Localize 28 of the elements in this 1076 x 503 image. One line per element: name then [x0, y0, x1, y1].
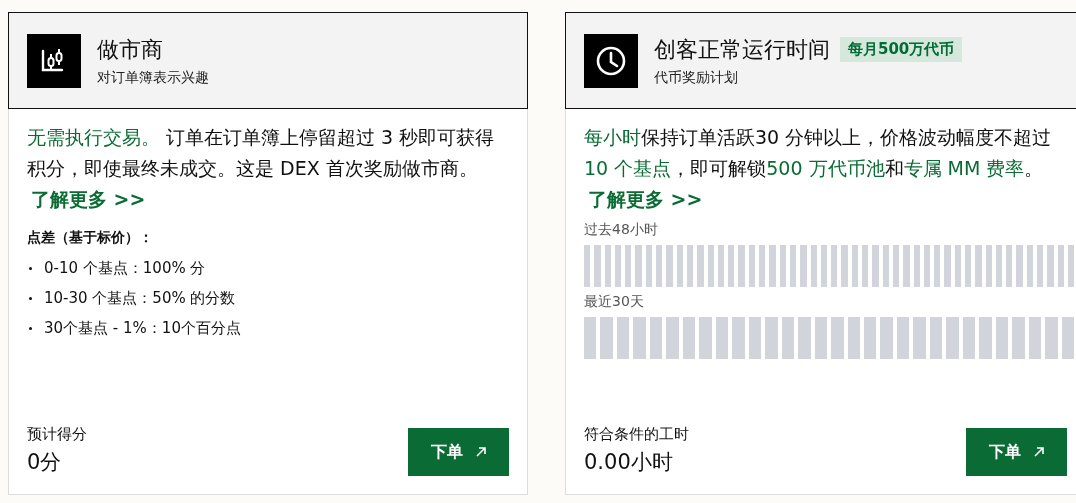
- footer-value: 0.00小时: [584, 449, 674, 476]
- timeline-label: 最近30天: [584, 293, 645, 311]
- learn-more-link[interactable]: 了解更多 >>: [588, 188, 703, 210]
- card-subtitle: 代币奖励计划: [654, 68, 739, 87]
- spread-heading: 点差（基于标价）：: [27, 229, 154, 247]
- footer-label: 预计得分: [27, 425, 87, 444]
- card-subtitle: 对订单簿表示兴趣: [97, 68, 209, 87]
- card-title: 做市商: [97, 35, 163, 64]
- spread-tier-text: 10-30 个基点：50% 的分数: [44, 288, 236, 309]
- bullet-icon: [29, 296, 32, 300]
- description-text: 无需执行交易。 订单在订单簿上停留超过 3 秒即可获得积分，即使最终未成交。这是 DEX 首次奖励做市商。 了解更多 >>: [27, 125, 496, 212]
- learn-more-link[interactable]: 了解更多 >>: [31, 188, 146, 210]
- clock-icon: [584, 33, 638, 88]
- place-order-button[interactable]: 下单: [966, 428, 1067, 476]
- spread-tier-text: 30个基点 - 1%：10个百分点: [44, 318, 241, 339]
- arrow-up-right-icon: [1032, 446, 1045, 458]
- reward-badge: 每月500万代币: [840, 37, 963, 62]
- arrow-up-right-icon: [474, 446, 487, 458]
- description-text: 每小时保持订单活跃30 分钟以上，价格波动幅度不超过10 个基点，即可解锁500 万代币池和专属 MM 费率。 了解更多 >>: [584, 125, 1053, 212]
- bullet-icon: [29, 326, 32, 330]
- candlestick-chart-icon: [27, 33, 81, 88]
- card-title: 创客正常运行时间: [654, 35, 830, 64]
- place-order-button[interactable]: 下单: [408, 428, 509, 476]
- spread-tier-text: 0-10 个基点：100% 分: [44, 258, 206, 279]
- bullet-icon: [29, 266, 32, 270]
- footer-label: 符合条件的工时: [584, 425, 689, 444]
- footer-value: 0分: [27, 449, 63, 476]
- timeline-label: 过去48小时: [584, 221, 659, 239]
